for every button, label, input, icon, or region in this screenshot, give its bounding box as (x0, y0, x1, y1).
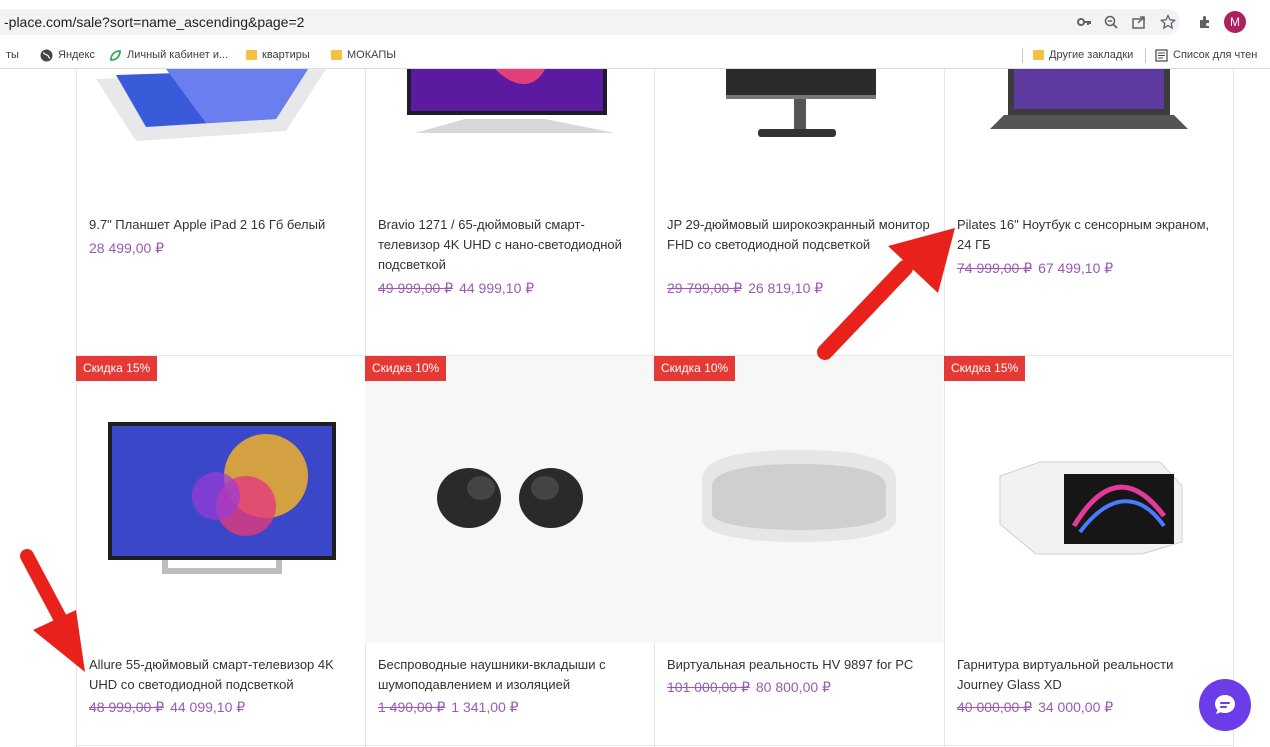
chat-bubble-icon (1215, 695, 1235, 714)
arrow-annotation-laptop (817, 228, 955, 360)
arrow-annotation-tv (20, 549, 85, 672)
annotation-arrows (20, 228, 955, 672)
chat-button[interactable] (1199, 679, 1251, 731)
